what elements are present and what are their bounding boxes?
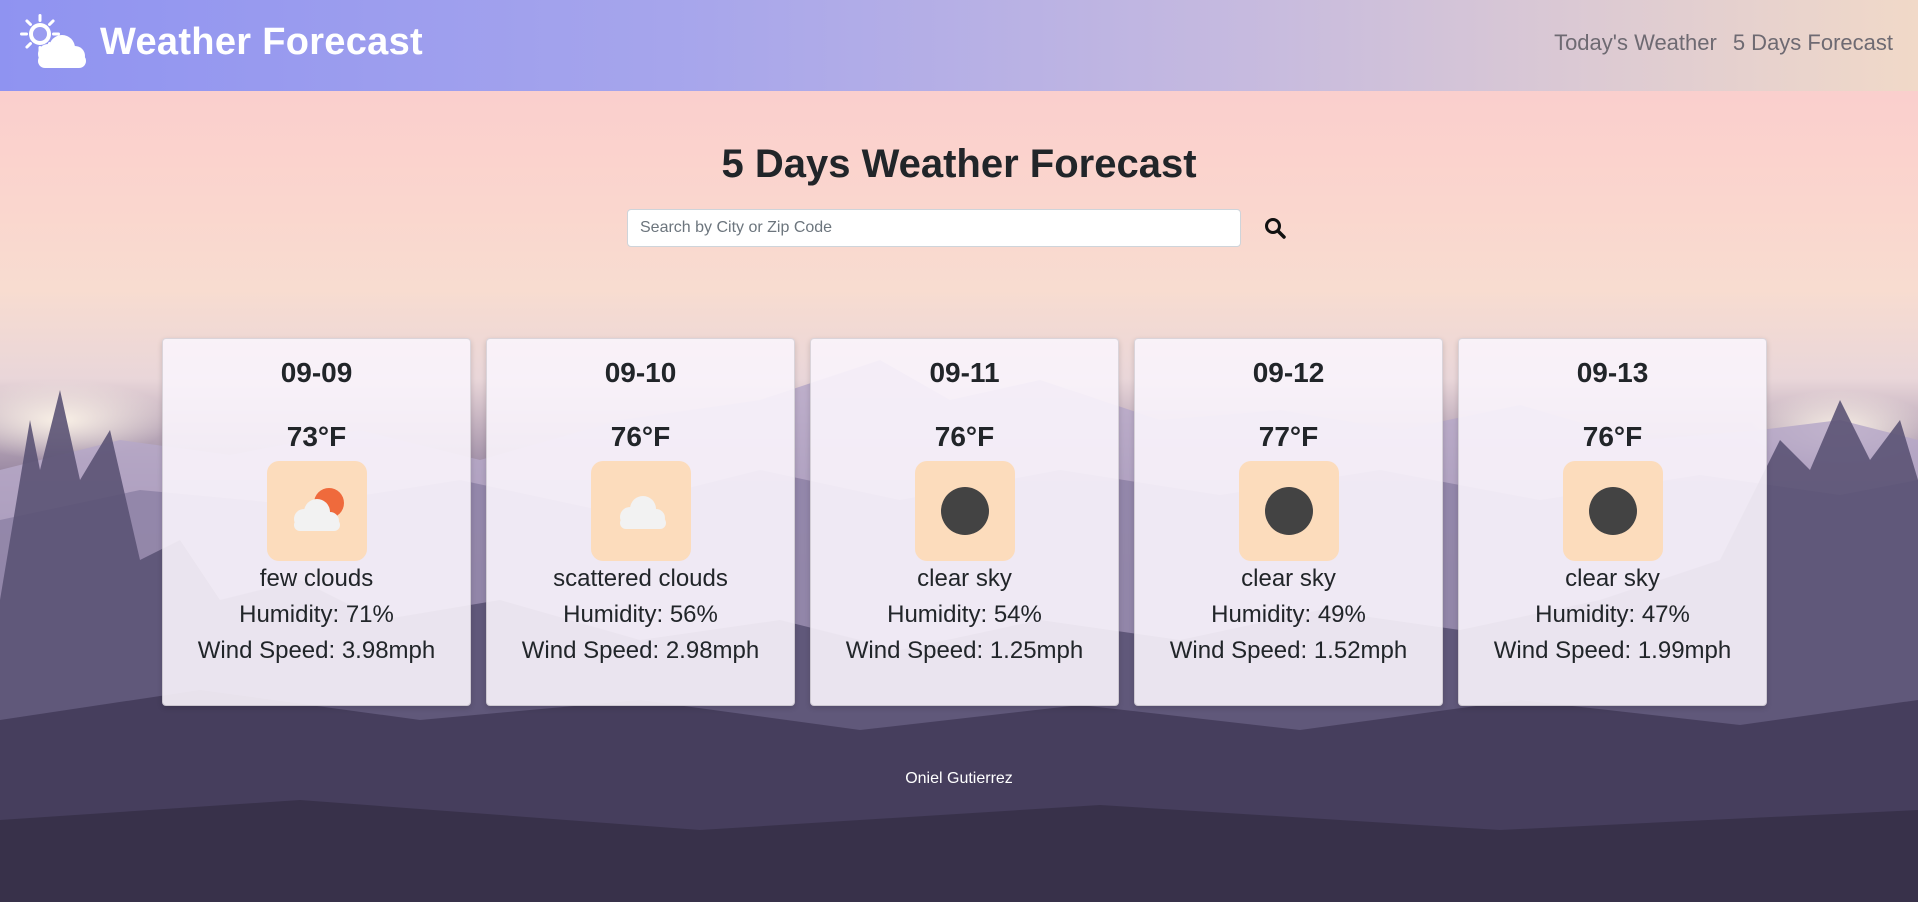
nav-links: Today's Weather 5 Days Forecast [1554,30,1893,56]
search-input[interactable] [627,209,1241,247]
navbar: Weather Forecast Today's Weather 5 Days … [0,0,1918,91]
forecast-description: few clouds [259,565,374,592]
search-icon [1265,218,1286,239]
forecast-description: clear sky [1241,565,1336,592]
forecast-description: clear sky [917,565,1012,592]
forecast-temperature: 73°F [286,421,347,452]
forecast-card: 09-10 76°F scattered clouds Humidity: 56… [486,338,795,706]
weather-icon-tile [591,461,691,561]
forecast-humidity: Humidity: 71% [239,601,394,628]
footer-author: Oniel Gutierrez [905,770,1013,787]
few-clouds-icon [294,488,344,531]
scattered-clouds-icon [620,496,666,529]
forecast-temperature: 77°F [1258,421,1319,452]
forecast-date: 09-10 [604,357,677,388]
forecast-card: 09-13 76°F clear sky Humidity: 47% Wind … [1458,338,1767,706]
forecast-wind-speed: Wind Speed: 1.25mph [845,637,1084,664]
forecast-card: 09-12 77°F clear sky Humidity: 49% Wind … [1134,338,1443,706]
sun-cloud-icon [20,14,86,68]
forecast-description: scattered clouds [553,565,728,592]
forecast-wind-speed: Wind Speed: 2.98mph [521,637,760,664]
forecast-temperature: 76°F [610,421,671,452]
forecast-wind-speed: Wind Speed: 1.52mph [1169,637,1408,664]
weather-icon-tile [1563,461,1663,561]
forecast-wind-speed: Wind Speed: 1.99mph [1493,637,1732,664]
weather-icon-tile [915,461,1015,561]
clear-sky-icon [1589,487,1637,535]
nav-todays-weather[interactable]: Today's Weather [1554,30,1717,56]
forecast-temperature: 76°F [1582,421,1643,452]
page-title: 5 Days Weather Forecast [721,142,1197,186]
forecast-card: 09-09 73°F few clouds Humidity: 71% Wind… [162,338,471,706]
forecast-humidity: Humidity: 49% [1211,601,1366,628]
weather-icon-tile [267,461,367,561]
forecast-cards: 09-09 73°F few clouds Humidity: 71% Wind… [162,338,1767,706]
forecast-date: 09-13 [1576,357,1649,388]
forecast-date: 09-09 [280,357,353,388]
forecast-humidity: Humidity: 54% [887,601,1042,628]
brand-title: Weather Forecast [100,21,423,63]
forecast-humidity: Humidity: 47% [1535,601,1690,628]
nav-5-days-forecast[interactable]: 5 Days Forecast [1733,30,1893,56]
clear-sky-icon [941,487,989,535]
forecast-date: 09-12 [1252,357,1325,388]
forecast-temperature: 76°F [934,421,995,452]
forecast-card: 09-11 76°F clear sky Humidity: 54% Wind … [810,338,1119,706]
search-bar [627,208,1295,248]
forecast-wind-speed: Wind Speed: 3.98mph [197,637,436,664]
clear-sky-icon [1265,487,1313,535]
forecast-humidity: Humidity: 56% [563,601,718,628]
forecast-description: clear sky [1565,565,1660,592]
forecast-date: 09-11 [929,357,1000,388]
search-button[interactable] [1255,208,1295,248]
weather-icon-tile [1239,461,1339,561]
brand[interactable]: Weather Forecast [18,12,423,72]
